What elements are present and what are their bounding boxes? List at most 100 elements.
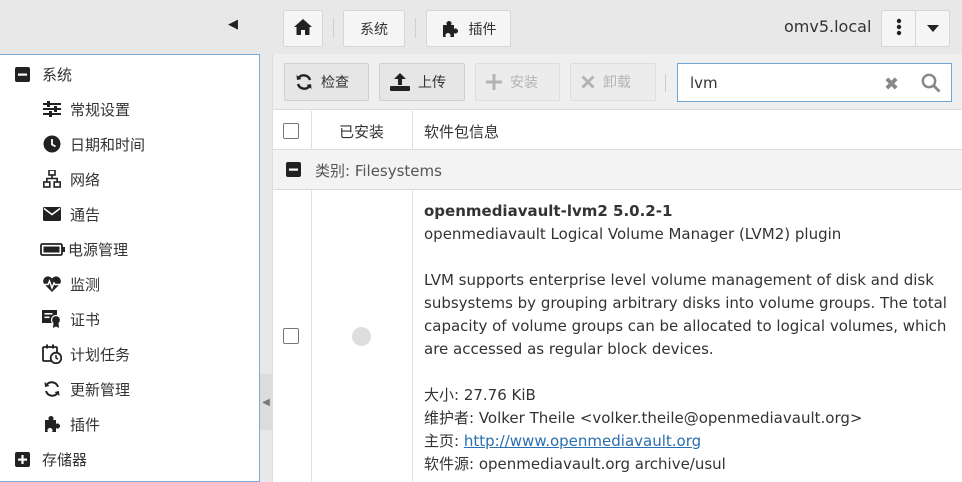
home-button[interactable] xyxy=(283,10,323,47)
sidebar-item-label: 插件 xyxy=(70,415,101,434)
size-value: 27.76 KiB xyxy=(463,386,536,404)
column-divider xyxy=(412,190,413,482)
sidebar-item-label: 计划任务 xyxy=(70,345,131,364)
refresh-icon xyxy=(42,379,62,399)
homepage-link[interactable]: http://www.openmediavault.org xyxy=(464,432,701,450)
group-label: 类别: Filesystems xyxy=(315,162,442,180)
maintainer-label: 维护者: xyxy=(424,409,479,427)
install-button[interactable]: 安装 xyxy=(475,63,560,101)
column-header-info[interactable]: 软件包信息 xyxy=(424,121,499,142)
group-header[interactable]: 类别: Filesystems xyxy=(273,150,962,190)
search-icon[interactable] xyxy=(921,73,941,97)
upload-button[interactable]: 上传 xyxy=(379,63,465,101)
repository-label: 软件源: xyxy=(424,455,479,473)
kebab-icon xyxy=(896,18,902,40)
main-panel: 检查 上传 安装 卸载 ✖ xyxy=(272,54,962,482)
caret-down-icon xyxy=(926,21,939,37)
column-header-installed[interactable]: 已安装 xyxy=(311,121,412,142)
chevron-left-icon: ◀ xyxy=(262,396,270,408)
sync-icon xyxy=(295,73,313,91)
sidebar-item-label: 更新管理 xyxy=(70,380,131,399)
sidebar-item-label: 证书 xyxy=(70,310,101,329)
more-menu-button[interactable] xyxy=(881,10,916,47)
search-field[interactable]: ✖ xyxy=(677,63,952,102)
sidebar-item-network[interactable]: 网络 xyxy=(42,167,100,191)
envelope-icon xyxy=(42,204,62,224)
sidebar: 系统 常规设置 日期和时间 网络 通告 电源管理 监测 证书 计划任务 更新管理… xyxy=(0,54,260,482)
user-dropdown-button[interactable] xyxy=(915,10,950,47)
breadcrumb-separator xyxy=(415,18,416,38)
package-maintainer: 维护者: Volker Theile <volker.theile@openme… xyxy=(424,407,954,430)
select-all-checkbox[interactable] xyxy=(283,123,299,139)
times-icon xyxy=(581,75,595,89)
sidebar-item-label: 日期和时间 xyxy=(70,135,146,154)
breadcrumb-system[interactable]: 系统 xyxy=(343,10,405,47)
column-divider xyxy=(311,190,312,482)
package-info: openmediavault-lvm2 5.0.2-1 openmediavau… xyxy=(424,200,954,476)
collapse-sidebar-icon[interactable]: ◀ xyxy=(226,16,240,34)
sidebar-item-certificates[interactable]: 证书 xyxy=(42,307,100,331)
collapse-group-icon[interactable] xyxy=(286,162,301,181)
search-input[interactable] xyxy=(690,72,870,94)
check-button[interactable]: 检查 xyxy=(284,63,369,101)
uninstall-button-label: 卸载 xyxy=(603,75,631,91)
sidebar-item-power-management[interactable]: 电源管理 xyxy=(40,237,128,261)
breadcrumb-plugins-label: 插件 xyxy=(468,21,497,38)
package-repository: 软件源: openmediavault.org archive/usul xyxy=(424,453,954,476)
sidebar-item-update-management[interactable]: 更新管理 xyxy=(42,377,130,401)
plus-square-icon xyxy=(12,449,32,469)
puzzle-icon xyxy=(42,414,62,434)
battery-icon xyxy=(40,239,66,259)
sidebar-item-storage[interactable]: 存储器 xyxy=(12,447,87,471)
certificate-icon xyxy=(42,309,62,329)
plus-icon xyxy=(486,74,502,90)
sidebar-item-notifications[interactable]: 通告 xyxy=(42,202,100,226)
sidebar-item-plugins[interactable]: 插件 xyxy=(42,412,100,436)
size-label: 大小: xyxy=(424,386,464,404)
package-homepage: 主页: http://www.openmediavault.org xyxy=(424,430,954,453)
sidebar-item-label: 通告 xyxy=(70,205,101,224)
homepage-label: 主页: xyxy=(424,432,464,450)
package-description: LVM supports enterprise level volume man… xyxy=(424,271,947,358)
column-divider xyxy=(412,111,413,150)
toolbar-separator xyxy=(665,74,666,92)
top-bar: ◀ 系统 插件 omv5.local xyxy=(0,0,962,54)
breadcrumb-system-label: 系统 xyxy=(360,21,388,38)
sidebar-item-date-time[interactable]: 日期和时间 xyxy=(42,132,145,156)
installed-status-indicator xyxy=(352,327,371,346)
sidebar-item-label: 监测 xyxy=(70,275,101,294)
sitemap-icon xyxy=(42,169,62,189)
upload-icon xyxy=(390,73,410,91)
sidebar-splitter-handle[interactable]: ◀ xyxy=(260,374,272,430)
minus-square-icon xyxy=(12,64,32,84)
sidebar-item-system[interactable]: 系统 xyxy=(12,62,72,86)
sidebar-item-general-settings[interactable]: 常规设置 xyxy=(42,97,130,121)
sidebar-item-scheduled-tasks[interactable]: 计划任务 xyxy=(42,342,130,366)
uninstall-button[interactable]: 卸载 xyxy=(570,63,656,101)
upload-button-label: 上传 xyxy=(418,75,446,91)
breadcrumb-separator xyxy=(333,18,334,38)
table-header: 已安装 软件包信息 xyxy=(273,111,962,150)
sidebar-item-label: 常规设置 xyxy=(70,100,131,119)
sidebar-item-label: 网络 xyxy=(70,170,101,189)
sidebar-item-label: 系统 xyxy=(42,65,73,84)
hostname: omv5.local xyxy=(784,17,872,36)
install-button-label: 安装 xyxy=(510,75,538,91)
sidebar-item-monitoring[interactable]: 监测 xyxy=(42,272,100,296)
maintainer-value: Volker Theile <volker.theile@openmediava… xyxy=(478,409,863,427)
clear-search-icon[interactable]: ✖ xyxy=(884,74,899,95)
sidebar-item-label: 电源管理 xyxy=(68,240,129,259)
package-summary: openmediavault Logical Volume Manager (L… xyxy=(424,225,842,243)
row-checkbox[interactable] xyxy=(283,328,299,344)
clock-icon xyxy=(42,134,62,154)
breadcrumb-plugins[interactable]: 插件 xyxy=(426,10,511,47)
action-toolbar: 检查 上传 安装 卸载 ✖ xyxy=(273,54,962,110)
package-size: 大小: 27.76 KiB xyxy=(424,384,954,407)
calendar-clock-icon xyxy=(42,344,62,364)
table-row[interactable]: openmediavault-lvm2 5.0.2-1 openmediavau… xyxy=(273,190,962,482)
puzzle-icon xyxy=(441,20,459,38)
home-icon xyxy=(294,18,312,39)
package-name: openmediavault-lvm2 5.0.2-1 xyxy=(424,202,673,220)
check-button-label: 检查 xyxy=(321,75,349,91)
sidebar-item-label: 存储器 xyxy=(42,450,88,469)
